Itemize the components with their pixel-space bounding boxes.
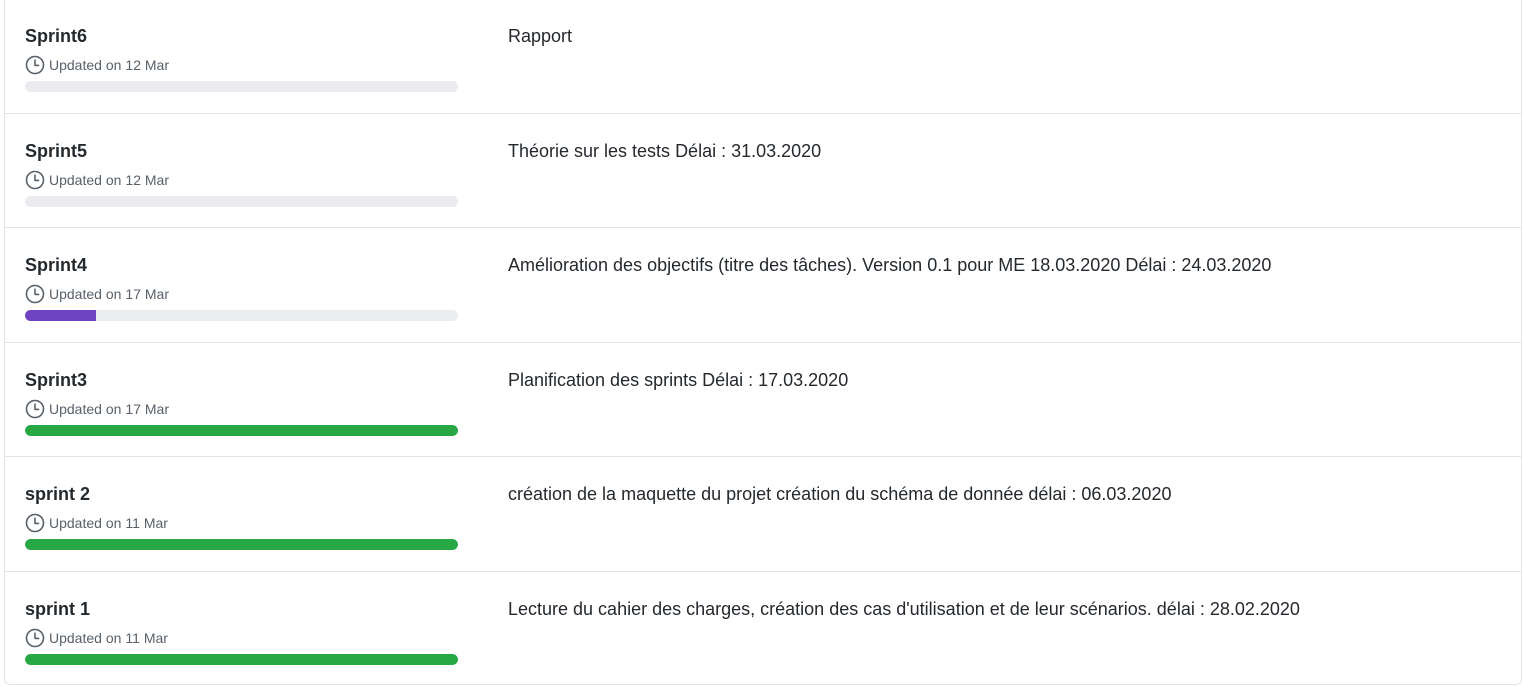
updated-date: 11 Mar: [125, 629, 168, 646]
milestone-description: Planification des sprints Délai : 17.03.…: [508, 369, 849, 390]
progress-bar: [25, 539, 458, 550]
updated-label: Updated on: [49, 171, 122, 188]
milestone-summary: sprint 2 Updated on 11 Mar: [25, 483, 458, 550]
updated-label: Updated on: [49, 629, 122, 646]
milestone-title-link[interactable]: Sprint3: [25, 369, 458, 391]
updated-date: 11 Mar: [125, 515, 168, 531]
milestone-description: Rapport: [508, 26, 573, 46]
milestone-summary: Sprint6 Updated on 12 Mar: [25, 25, 458, 92]
updated-date: 17 Mar: [125, 400, 169, 417]
milestone-row: sprint 2 Updated on 11 Mar création de l…: [5, 457, 1521, 572]
milestone-title-link[interactable]: sprint 1: [25, 598, 458, 620]
milestone-description: Amélioration des objectifs (titre des tâ…: [508, 255, 1272, 275]
milestone-summary: sprint 1 Updated on 11 Mar: [25, 598, 458, 665]
updated-label: Updated on: [49, 286, 122, 302]
updated-date: 12 Mar: [125, 57, 169, 73]
milestone-meta: Updated on 12 Mar: [25, 55, 458, 75]
progress-bar: [25, 195, 458, 207]
progress-bar: [25, 653, 458, 665]
clock-icon: [25, 628, 45, 647]
clock-icon: [25, 399, 45, 418]
milestone-title-link[interactable]: sprint 2: [25, 483, 458, 505]
clock-icon: [25, 55, 45, 75]
updated-date: 17 Mar: [125, 286, 169, 302]
progress-fill: [25, 424, 458, 436]
milestone-row: sprint 1 Updated on 11 Mar Lecture du ca…: [5, 572, 1521, 687]
milestone-row: Sprint5 Updated on 12 Mar Théorie sur le…: [5, 114, 1521, 228]
milestone-description: création de la maquette du projet créati…: [508, 484, 1172, 504]
progress-bar: [25, 81, 458, 92]
milestone-meta: Updated on 11 Mar: [25, 628, 458, 648]
updated-label: Updated on: [49, 515, 122, 531]
progress-fill: [25, 310, 97, 321]
milestone-summary: Sprint4 Updated on 17 Mar: [25, 254, 458, 321]
milestone-row: Sprint4 Updated on 17 Mar Amélioration d…: [5, 228, 1521, 343]
progress-fill: [25, 653, 458, 665]
clock-icon: [25, 513, 45, 533]
milestone-summary: Sprint3 Updated on 17 Mar: [25, 369, 458, 436]
updated-label: Updated on: [49, 57, 122, 73]
milestone-description: Théorie sur les tests Délai : 31.03.2020: [508, 140, 822, 161]
milestone-summary: Sprint5 Updated on 12 Mar: [25, 140, 458, 207]
progress-fill: [25, 539, 458, 550]
updated-label: Updated on: [49, 400, 122, 417]
milestone-description: Lecture du cahier des charges, création …: [508, 598, 1300, 619]
clock-icon: [25, 284, 45, 304]
milestone-list: Sprint6 Updated on 12 Mar Rapport Sprint…: [4, 0, 1522, 685]
updated-date: 12 Mar: [125, 171, 169, 188]
milestone-meta: Updated on 12 Mar: [25, 170, 458, 190]
milestone-row: Sprint3 Updated on 17 Mar Planification …: [5, 343, 1521, 457]
milestone-title-link[interactable]: Sprint5: [25, 140, 458, 162]
progress-bar: [25, 310, 458, 321]
milestone-meta: Updated on 17 Mar: [25, 399, 458, 419]
progress-bar: [25, 424, 458, 436]
milestone-meta: Updated on 17 Mar: [25, 284, 458, 304]
milestone-title-link[interactable]: Sprint6: [25, 25, 458, 47]
milestone-meta: Updated on 11 Mar: [25, 513, 458, 533]
clock-icon: [25, 170, 45, 189]
milestone-title-link[interactable]: Sprint4: [25, 254, 458, 276]
milestone-row: Sprint6 Updated on 12 Mar Rapport: [5, 0, 1521, 114]
